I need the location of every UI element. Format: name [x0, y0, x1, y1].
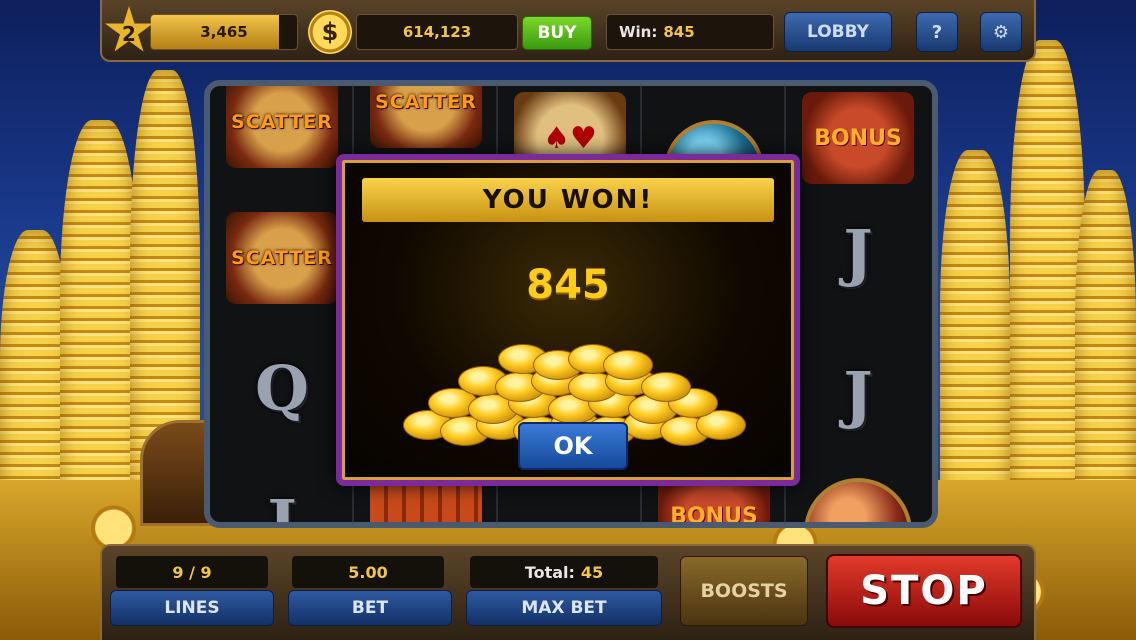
j-symbol: J [843, 357, 873, 431]
scatter-symbol: SCATTER [226, 86, 338, 168]
win-display: Win: 845 [606, 14, 774, 50]
boosts-button[interactable]: BOOSTS [680, 556, 808, 626]
lines-value: 9 / 9 [116, 556, 268, 588]
dollar-coin-icon: $ [308, 10, 352, 54]
j-symbol: J [267, 485, 297, 528]
lines-button[interactable]: LINES [110, 590, 274, 626]
xp-value: 3,465 [200, 23, 248, 41]
win-popup: YOU WON! 845 OK [336, 154, 800, 486]
orb-symbol [804, 478, 912, 522]
bet-button[interactable]: BET [288, 590, 452, 626]
gold-coin [603, 350, 653, 380]
win-amount: 845 [526, 262, 610, 308]
total-bet-display: Total: 45 [470, 556, 658, 588]
stop-button[interactable]: STOP [826, 554, 1022, 628]
ok-button[interactable]: OK [518, 422, 628, 470]
reel-5: BONUS J J [786, 86, 928, 522]
q-symbol: Q [254, 351, 309, 425]
settings-gear-icon[interactable]: ⚙ [980, 12, 1022, 52]
gold-coin [641, 372, 692, 402]
total-label: Total: [524, 562, 575, 582]
bonus-symbol: BONUS [802, 92, 914, 184]
help-button[interactable]: ? [916, 12, 958, 52]
total-value: 45 [580, 562, 604, 582]
max-bet-button[interactable]: MAX BET [466, 590, 662, 626]
scatter-symbol: SCATTER [226, 212, 338, 304]
scatter-symbol: SCATTER [370, 86, 482, 148]
bet-value: 5.00 [292, 556, 444, 588]
win-label: Win: [619, 23, 658, 41]
lobby-button[interactable]: LOBBY [784, 12, 892, 52]
coin-balance: 614,123 [356, 14, 518, 50]
win-value: 845 [663, 23, 695, 41]
j-symbol: J [843, 215, 873, 289]
reel-1: SCATTER SCATTER Q J [210, 86, 354, 522]
xp-bar: 3,465 [150, 14, 298, 50]
popup-title: YOU WON! [362, 178, 774, 222]
buy-button[interactable]: BUY [522, 16, 592, 50]
